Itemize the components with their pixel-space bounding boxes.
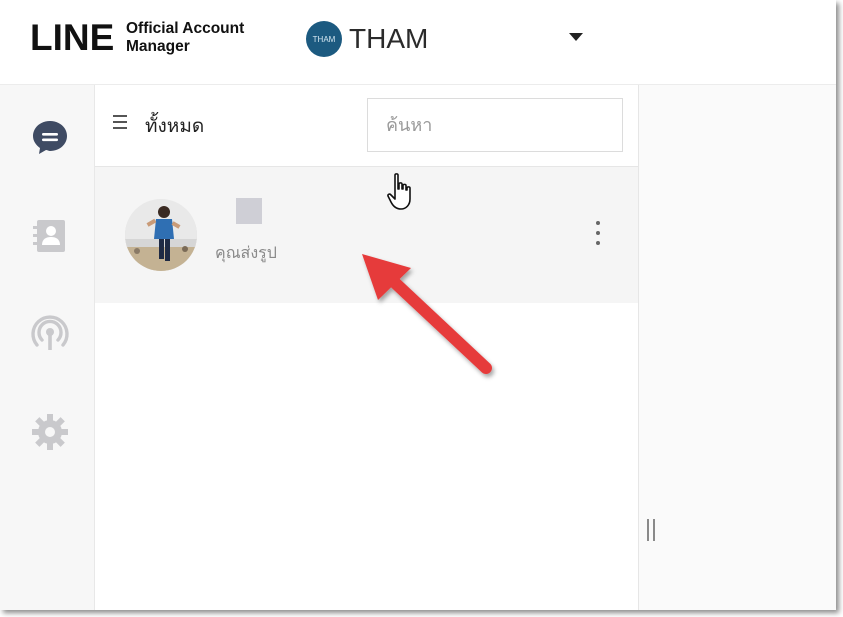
chat-last-message: คุณส่งรูป: [215, 243, 277, 262]
sidebar-item-chat[interactable]: [30, 117, 70, 157]
filter-dropdown-label[interactable]: ทั้งหมด: [145, 111, 204, 141]
contacts-icon: [33, 220, 65, 252]
filter-menu-icon[interactable]: [113, 115, 127, 129]
account-avatar[interactable]: THAM: [306, 21, 342, 57]
sidebar-item-broadcast[interactable]: [30, 314, 70, 354]
account-avatar-text: THAM: [312, 34, 336, 44]
chat-avatar: [125, 199, 197, 271]
account-name[interactable]: THAM: [349, 21, 428, 57]
chat-list-panel: ทั้งหมด: [95, 85, 638, 610]
account-dropdown-caret-icon[interactable]: [569, 33, 583, 41]
search-input[interactable]: [367, 98, 623, 152]
chat-bubble-icon: [33, 121, 67, 154]
chat-name-placeholder: [236, 198, 262, 224]
resize-handle-icon[interactable]: [647, 519, 655, 541]
gear-icon: [32, 414, 68, 450]
chat-list-toolbar: ทั้งหมด: [95, 85, 638, 167]
logo-subtitle-line2: Manager: [126, 38, 190, 55]
chat-detail-panel: [639, 85, 836, 610]
more-options-icon[interactable]: [595, 221, 601, 245]
sidebar-nav: [0, 85, 95, 610]
hand-cursor-icon: [387, 173, 411, 210]
top-header: LINE Official Account Manager THAM THAM: [0, 0, 836, 85]
broadcast-icon: [31, 315, 69, 350]
line-logo[interactable]: LINE: [30, 17, 114, 59]
chat-list-item[interactable]: [95, 167, 638, 303]
avatar-photo: [125, 199, 197, 271]
app-window: LINE Official Account Manager THAM THAM: [0, 0, 836, 610]
sidebar-item-settings[interactable]: [30, 412, 70, 452]
sidebar-item-contacts[interactable]: [30, 216, 70, 256]
logo-subtitle: Official Account Manager: [126, 20, 244, 56]
logo-subtitle-line1: Official Account: [126, 20, 245, 37]
